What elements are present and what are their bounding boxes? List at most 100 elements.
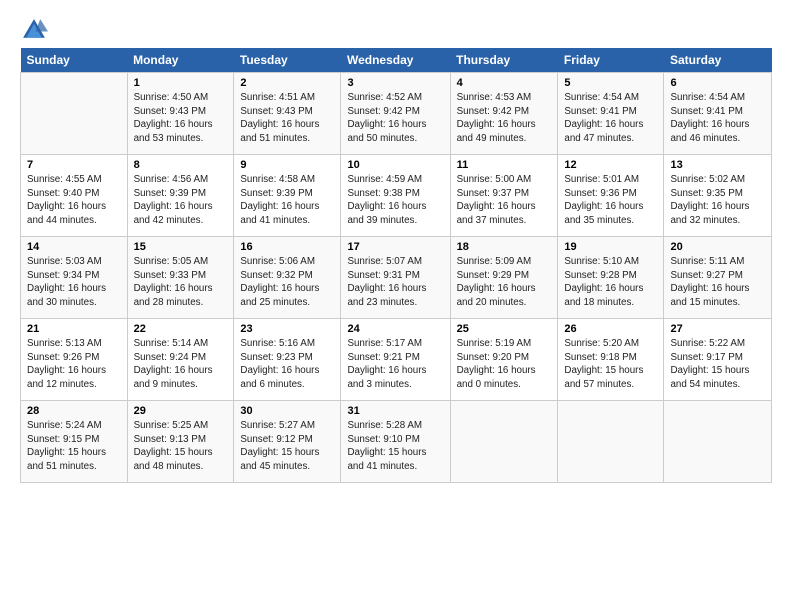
calendar-cell: 1 Sunrise: 4:50 AM Sunset: 9:43 PM Daylig…: [127, 73, 234, 155]
day-number: 14: [27, 241, 121, 253]
day-number: 9: [240, 159, 334, 171]
day-number: 29: [134, 405, 228, 417]
calendar-cell: 22 Sunrise: 5:14 AM Sunset: 9:24 PM Dayli…: [127, 319, 234, 401]
day-number: 16: [240, 241, 334, 253]
calendar-cell: 16 Sunrise: 5:06 AM Sunset: 9:32 PM Dayli…: [234, 237, 341, 319]
calendar-cell: 27Sunrise: 5:22 AM Sunset: 9:17 PM Dayli…: [664, 319, 772, 401]
header-row: SundayMondayTuesdayWednesdayThursdayFrid…: [21, 48, 772, 73]
calendar-cell: 3Sunrise: 4:52 AM Sunset: 9:42 PM Daylig…: [341, 73, 450, 155]
calendar-cell: 8 Sunrise: 4:56 AM Sunset: 9:39 PM Daylig…: [127, 155, 234, 237]
calendar-week-row: 28Sunrise: 5:24 AM Sunset: 9:15 PM Dayli…: [21, 401, 772, 483]
calendar-cell: 7Sunrise: 4:55 AM Sunset: 9:40 PM Daylig…: [21, 155, 128, 237]
day-info: Sunrise: 4:54 AM Sunset: 9:41 PM Dayligh…: [564, 91, 657, 146]
calendar-week-row: 1 Sunrise: 4:50 AM Sunset: 9:43 PM Daylig…: [21, 73, 772, 155]
day-info: Sunrise: 5:28 AM Sunset: 9:10 PM Dayligh…: [347, 419, 443, 474]
calendar-cell: 23Sunrise: 5:16 AM Sunset: 9:23 PM Dayli…: [234, 319, 341, 401]
calendar-cell: 19Sunrise: 5:10 AM Sunset: 9:28 PM Dayli…: [558, 237, 664, 319]
day-info: Sunrise: 4:53 AM Sunset: 9:42 PM Dayligh…: [457, 91, 552, 146]
day-number: 15: [134, 241, 228, 253]
calendar-cell: 18 Sunrise: 5:09 AM Sunset: 9:29 PM Dayli…: [450, 237, 558, 319]
calendar-cell: 30Sunrise: 5:27 AM Sunset: 9:12 PM Dayli…: [234, 401, 341, 483]
day-info: Sunrise: 4:50 AM Sunset: 9:43 PM Dayligh…: [134, 91, 228, 146]
calendar-cell: 29Sunrise: 5:25 AM Sunset: 9:13 PM Dayli…: [127, 401, 234, 483]
day-number: 31: [347, 405, 443, 417]
day-number: 20: [670, 241, 765, 253]
calendar-cell: [558, 401, 664, 483]
day-info: Sunrise: 5:09 AM Sunset: 9:29 PM Dayligh…: [457, 255, 552, 310]
calendar-cell: 15Sunrise: 5:05 AM Sunset: 9:33 PM Dayli…: [127, 237, 234, 319]
calendar-cell: [664, 401, 772, 483]
weekday-header: Thursday: [450, 48, 558, 73]
calendar-cell: [450, 401, 558, 483]
day-info: Sunrise: 5:00 AM Sunset: 9:37 PM Dayligh…: [457, 173, 552, 228]
calendar-cell: 31 Sunrise: 5:28 AM Sunset: 9:10 PM Dayli…: [341, 401, 450, 483]
day-info: Sunrise: 5:24 AM Sunset: 9:15 PM Dayligh…: [27, 419, 121, 474]
day-number: 13: [670, 159, 765, 171]
calendar-week-row: 14Sunrise: 5:03 AM Sunset: 9:34 PM Dayli…: [21, 237, 772, 319]
day-info: Sunrise: 5:01 AM Sunset: 9:36 PM Dayligh…: [564, 173, 657, 228]
calendar-cell: 14Sunrise: 5:03 AM Sunset: 9:34 PM Dayli…: [21, 237, 128, 319]
day-info: Sunrise: 5:16 AM Sunset: 9:23 PM Dayligh…: [240, 337, 334, 392]
weekday-header: Monday: [127, 48, 234, 73]
calendar-cell: 25 Sunrise: 5:19 AM Sunset: 9:20 PM Dayli…: [450, 319, 558, 401]
day-number: 21: [27, 323, 121, 335]
logo-icon: [20, 16, 48, 44]
day-number: 2: [240, 77, 334, 89]
calendar-cell: 12 Sunrise: 5:01 AM Sunset: 9:36 PM Dayli…: [558, 155, 664, 237]
calendar-cell: 4 Sunrise: 4:53 AM Sunset: 9:42 PM Daylig…: [450, 73, 558, 155]
day-number: 5: [564, 77, 657, 89]
calendar-cell: 20 Sunrise: 5:11 AM Sunset: 9:27 PM Dayli…: [664, 237, 772, 319]
day-info: Sunrise: 4:54 AM Sunset: 9:41 PM Dayligh…: [670, 91, 765, 146]
day-info: Sunrise: 4:52 AM Sunset: 9:42 PM Dayligh…: [347, 91, 443, 146]
day-number: 25: [457, 323, 552, 335]
calendar-cell: 13Sunrise: 5:02 AM Sunset: 9:35 PM Dayli…: [664, 155, 772, 237]
calendar-week-row: 21 Sunrise: 5:13 AM Sunset: 9:26 PM Dayli…: [21, 319, 772, 401]
day-info: Sunrise: 5:19 AM Sunset: 9:20 PM Dayligh…: [457, 337, 552, 392]
calendar-cell: 6 Sunrise: 4:54 AM Sunset: 9:41 PM Daylig…: [664, 73, 772, 155]
calendar-cell: 10 Sunrise: 4:59 AM Sunset: 9:38 PM Dayli…: [341, 155, 450, 237]
logo: [20, 16, 52, 44]
calendar-cell: 24 Sunrise: 5:17 AM Sunset: 9:21 PM Dayli…: [341, 319, 450, 401]
calendar-cell: 21 Sunrise: 5:13 AM Sunset: 9:26 PM Dayli…: [21, 319, 128, 401]
calendar-body: 1 Sunrise: 4:50 AM Sunset: 9:43 PM Daylig…: [21, 73, 772, 483]
day-number: 10: [347, 159, 443, 171]
day-number: 12: [564, 159, 657, 171]
day-info: Sunrise: 5:06 AM Sunset: 9:32 PM Dayligh…: [240, 255, 334, 310]
day-info: Sunrise: 5:13 AM Sunset: 9:26 PM Dayligh…: [27, 337, 121, 392]
day-number: 24: [347, 323, 443, 335]
calendar-cell: 26Sunrise: 5:20 AM Sunset: 9:18 PM Dayli…: [558, 319, 664, 401]
weekday-header: Sunday: [21, 48, 128, 73]
day-number: 6: [670, 77, 765, 89]
header: [20, 16, 772, 44]
day-info: Sunrise: 5:27 AM Sunset: 9:12 PM Dayligh…: [240, 419, 334, 474]
calendar-week-row: 7Sunrise: 4:55 AM Sunset: 9:40 PM Daylig…: [21, 155, 772, 237]
day-number: 4: [457, 77, 552, 89]
calendar-cell: 28Sunrise: 5:24 AM Sunset: 9:15 PM Dayli…: [21, 401, 128, 483]
day-number: 18: [457, 241, 552, 253]
day-info: Sunrise: 4:58 AM Sunset: 9:39 PM Dayligh…: [240, 173, 334, 228]
calendar-cell: 2 Sunrise: 4:51 AM Sunset: 9:43 PM Daylig…: [234, 73, 341, 155]
day-number: 7: [27, 159, 121, 171]
calendar-table: SundayMondayTuesdayWednesdayThursdayFrid…: [20, 48, 772, 483]
calendar-cell: 17Sunrise: 5:07 AM Sunset: 9:31 PM Dayli…: [341, 237, 450, 319]
day-number: 19: [564, 241, 657, 253]
day-number: 11: [457, 159, 552, 171]
day-info: Sunrise: 4:56 AM Sunset: 9:39 PM Dayligh…: [134, 173, 228, 228]
calendar-cell: 5 Sunrise: 4:54 AM Sunset: 9:41 PM Daylig…: [558, 73, 664, 155]
calendar-cell: [21, 73, 128, 155]
day-number: 1: [134, 77, 228, 89]
page-container: SundayMondayTuesdayWednesdayThursdayFrid…: [0, 0, 792, 493]
calendar-header: SundayMondayTuesdayWednesdayThursdayFrid…: [21, 48, 772, 73]
weekday-header: Wednesday: [341, 48, 450, 73]
day-info: Sunrise: 5:17 AM Sunset: 9:21 PM Dayligh…: [347, 337, 443, 392]
calendar-cell: 11 Sunrise: 5:00 AM Sunset: 9:37 PM Dayli…: [450, 155, 558, 237]
day-number: 26: [564, 323, 657, 335]
day-info: Sunrise: 4:51 AM Sunset: 9:43 PM Dayligh…: [240, 91, 334, 146]
day-info: Sunrise: 5:14 AM Sunset: 9:24 PM Dayligh…: [134, 337, 228, 392]
day-number: 8: [134, 159, 228, 171]
weekday-header: Friday: [558, 48, 664, 73]
day-info: Sunrise: 4:59 AM Sunset: 9:38 PM Dayligh…: [347, 173, 443, 228]
day-info: Sunrise: 5:11 AM Sunset: 9:27 PM Dayligh…: [670, 255, 765, 310]
day-number: 22: [134, 323, 228, 335]
day-number: 27: [670, 323, 765, 335]
